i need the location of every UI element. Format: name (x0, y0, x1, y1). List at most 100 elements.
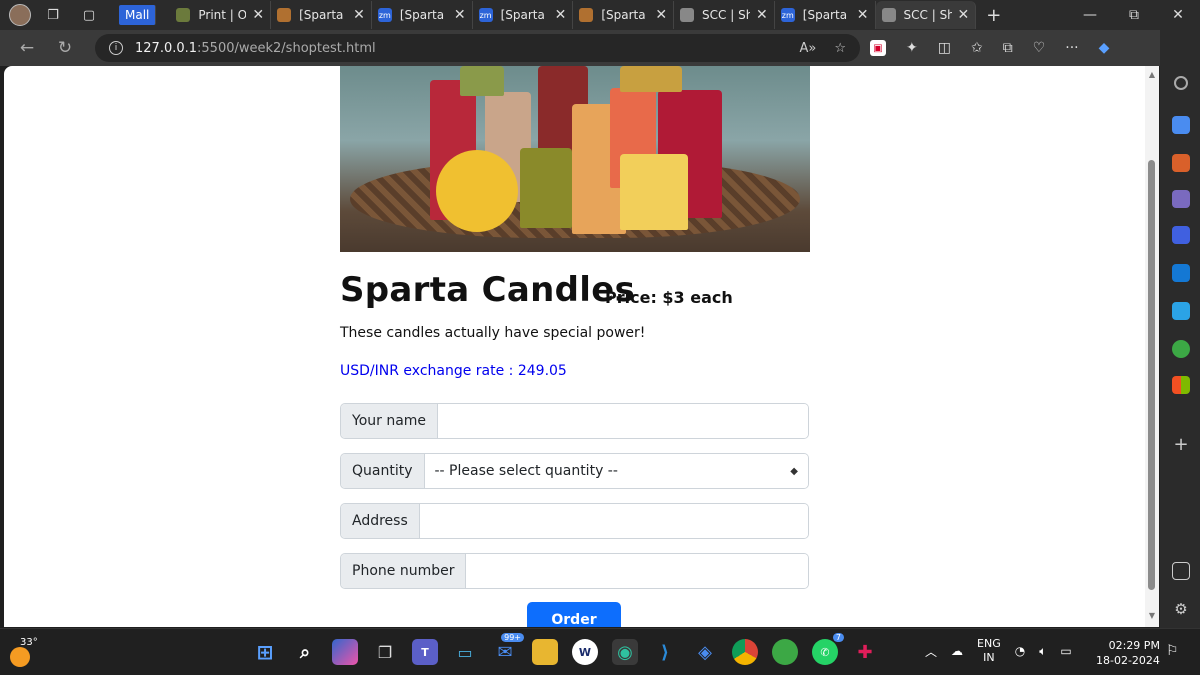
page-scrollbar[interactable]: ▲ ▼ (1145, 66, 1159, 627)
whatsapp-icon[interactable]: ✆ 7 (812, 633, 844, 665)
phone-input[interactable] (466, 554, 808, 588)
close-tab-icon[interactable]: ✕ (454, 7, 466, 23)
address-bar[interactable]: i 127.0.0.1:5500/week2/shoptest.html A» … (95, 34, 860, 62)
tab-group-mall[interactable]: Mall (119, 5, 157, 25)
hide-sidebar-icon[interactable] (1172, 562, 1190, 580)
tab-actions-icon[interactable]: ▢ (75, 3, 103, 27)
vscode-icon[interactable]: ⟩ (652, 639, 678, 665)
office-icon[interactable] (1172, 376, 1190, 394)
address-label: Address (341, 504, 420, 538)
language-indicator[interactable]: ENG IN (977, 637, 1001, 665)
collections-icon[interactable]: ⧉ (1003, 40, 1013, 56)
whatsapp-badge: 7 (832, 633, 844, 642)
page-title: Sparta Candles (340, 270, 636, 310)
copilot-taskbar-icon[interactable] (332, 639, 358, 665)
chrome-icon[interactable] (732, 639, 758, 665)
order-button[interactable]: Order (527, 602, 621, 627)
search-icon[interactable] (1174, 76, 1188, 90)
close-tab-icon[interactable]: ✕ (555, 7, 567, 23)
name-field-group: Your name (340, 403, 809, 439)
name-input[interactable] (438, 404, 808, 438)
restore-icon[interactable]: ⧉ (1112, 0, 1156, 30)
close-tab-icon[interactable]: ✕ (958, 7, 970, 23)
tab-label: SCC | Sh (903, 8, 952, 22)
clock[interactable]: 02:29 PM 18-02-2024 (1096, 638, 1160, 668)
search-taskbar-icon[interactable]: ⌕ (292, 639, 318, 665)
send-icon[interactable] (1172, 302, 1190, 320)
browser-tab[interactable]: zm [Sparta C ✕ (372, 1, 473, 29)
chevron-up-icon[interactable]: ︿ (925, 643, 937, 660)
outlook-icon[interactable] (1172, 264, 1190, 282)
scroll-up-icon[interactable]: ▲ (1147, 70, 1157, 79)
copilot-icon[interactable]: ◆ (1099, 40, 1110, 56)
quantity-field-group: Quantity -- Please select quantity -- ◆ (340, 453, 809, 489)
tools-icon[interactable] (1172, 154, 1190, 172)
start-icon[interactable]: ⊞ (252, 639, 278, 665)
wifi-icon[interactable]: ◔ (1015, 644, 1025, 658)
browser-tab[interactable]: [Sparta C ✕ (271, 1, 372, 29)
more-menu-icon[interactable]: ··· (1065, 40, 1078, 56)
browser-tab[interactable]: SCC | Sh ✕ (875, 1, 977, 29)
task-view-icon[interactable]: ❐ (372, 639, 398, 665)
close-tab-icon[interactable]: ✕ (857, 7, 869, 23)
favorites-icon[interactable]: ✩ (971, 40, 983, 56)
app-w-icon[interactable]: W (572, 639, 598, 665)
minimize-icon[interactable]: — (1068, 0, 1112, 30)
quantity-selected-value: -- Please select quantity -- (434, 463, 618, 479)
browser-tab[interactable]: zm [Sparta C ✕ (473, 1, 574, 29)
window-controls: — ⧉ ✕ (1068, 0, 1200, 30)
volume-icon[interactable]: 🔈︎ (1039, 644, 1046, 659)
tree-icon[interactable] (1172, 340, 1190, 358)
close-window-icon[interactable]: ✕ (1156, 0, 1200, 30)
url-path: :5500/week2/shoptest.html (197, 40, 376, 56)
close-tab-icon[interactable]: ✕ (353, 7, 365, 23)
file-explorer-icon[interactable] (532, 639, 558, 665)
tab-label: [Sparta C (500, 8, 549, 22)
app-drop-icon[interactable]: ◈ (692, 639, 718, 665)
refresh-icon[interactable]: ↻ (50, 38, 80, 58)
browser-tab[interactable]: zm [Sparta C ✕ (775, 1, 876, 29)
quantity-select[interactable]: -- Please select quantity -- ◆ (424, 454, 808, 488)
tab-strip: ❐ ▢ Mall Print | Or ✕ [Sparta C ✕ zm [Sparta … (0, 0, 1200, 30)
split-screen-icon[interactable]: ◫ (938, 40, 951, 56)
close-tab-icon[interactable]: ✕ (252, 7, 264, 23)
add-sidebar-icon[interactable]: + (1172, 436, 1190, 454)
teams-icon[interactable]: T (412, 639, 438, 665)
scrollbar-thumb[interactable] (1148, 160, 1155, 590)
browser-essentials-icon[interactable]: ♡ (1033, 40, 1046, 56)
settings-gear-icon[interactable]: ⚙ (1172, 600, 1190, 618)
windows-taskbar: 33° ⊞ ⌕ ❐ T ▭ ✉ 99+ W ◉ ⟩ ◈ ✆ 7 ✚ ︿ ☁ ENG … (0, 628, 1200, 675)
close-tab-icon[interactable]: ✕ (655, 7, 667, 23)
scroll-down-icon[interactable]: ▼ (1147, 611, 1157, 620)
address-input[interactable] (419, 504, 808, 538)
name-label: Your name (341, 404, 439, 438)
games-icon[interactable] (1172, 190, 1190, 208)
edge-icon[interactable]: ◉ (612, 639, 638, 665)
extension-icon[interactable]: ▣ (870, 40, 886, 56)
profile-avatar[interactable] (9, 4, 31, 26)
close-tab-icon[interactable]: ✕ (756, 7, 768, 23)
slack-icon[interactable]: ✚ (852, 639, 878, 665)
cloud-icon[interactable]: ☁ (951, 644, 963, 658)
desktop-icon[interactable]: ▭ (452, 639, 478, 665)
select-caret-icon: ◆ (790, 465, 798, 477)
site-info-icon[interactable]: i (109, 41, 123, 55)
shopping-tag-icon[interactable] (1172, 116, 1190, 134)
workspaces-icon[interactable]: ❐ (39, 3, 67, 27)
copilot-sidebar-icon[interactable] (1172, 226, 1190, 244)
weather-widget[interactable]: 33° (10, 637, 40, 667)
browser-tab[interactable]: [Sparta C ✕ (573, 1, 675, 29)
mail-icon[interactable]: ✉ 99+ (492, 633, 524, 665)
notification-icon[interactable]: ⚐ (1166, 643, 1179, 659)
browser-tab[interactable]: Print | Or ✕ (170, 1, 272, 29)
browser-tab[interactable]: SCC | Sh ✕ (674, 1, 775, 29)
battery-icon[interactable]: ▭ (1060, 644, 1071, 658)
read-aloud-icon[interactable]: A» (799, 41, 816, 56)
extensions-puzzle-icon[interactable]: ✦ (906, 40, 918, 56)
new-tab-icon[interactable]: + (986, 5, 1001, 26)
leaf-app-icon[interactable] (772, 639, 798, 665)
tab-label: [Sparta C (299, 8, 347, 22)
favorite-star-icon[interactable]: ☆ (834, 41, 846, 56)
back-icon[interactable]: ← (12, 38, 42, 58)
tab-favicon-icon: zm (377, 8, 392, 22)
